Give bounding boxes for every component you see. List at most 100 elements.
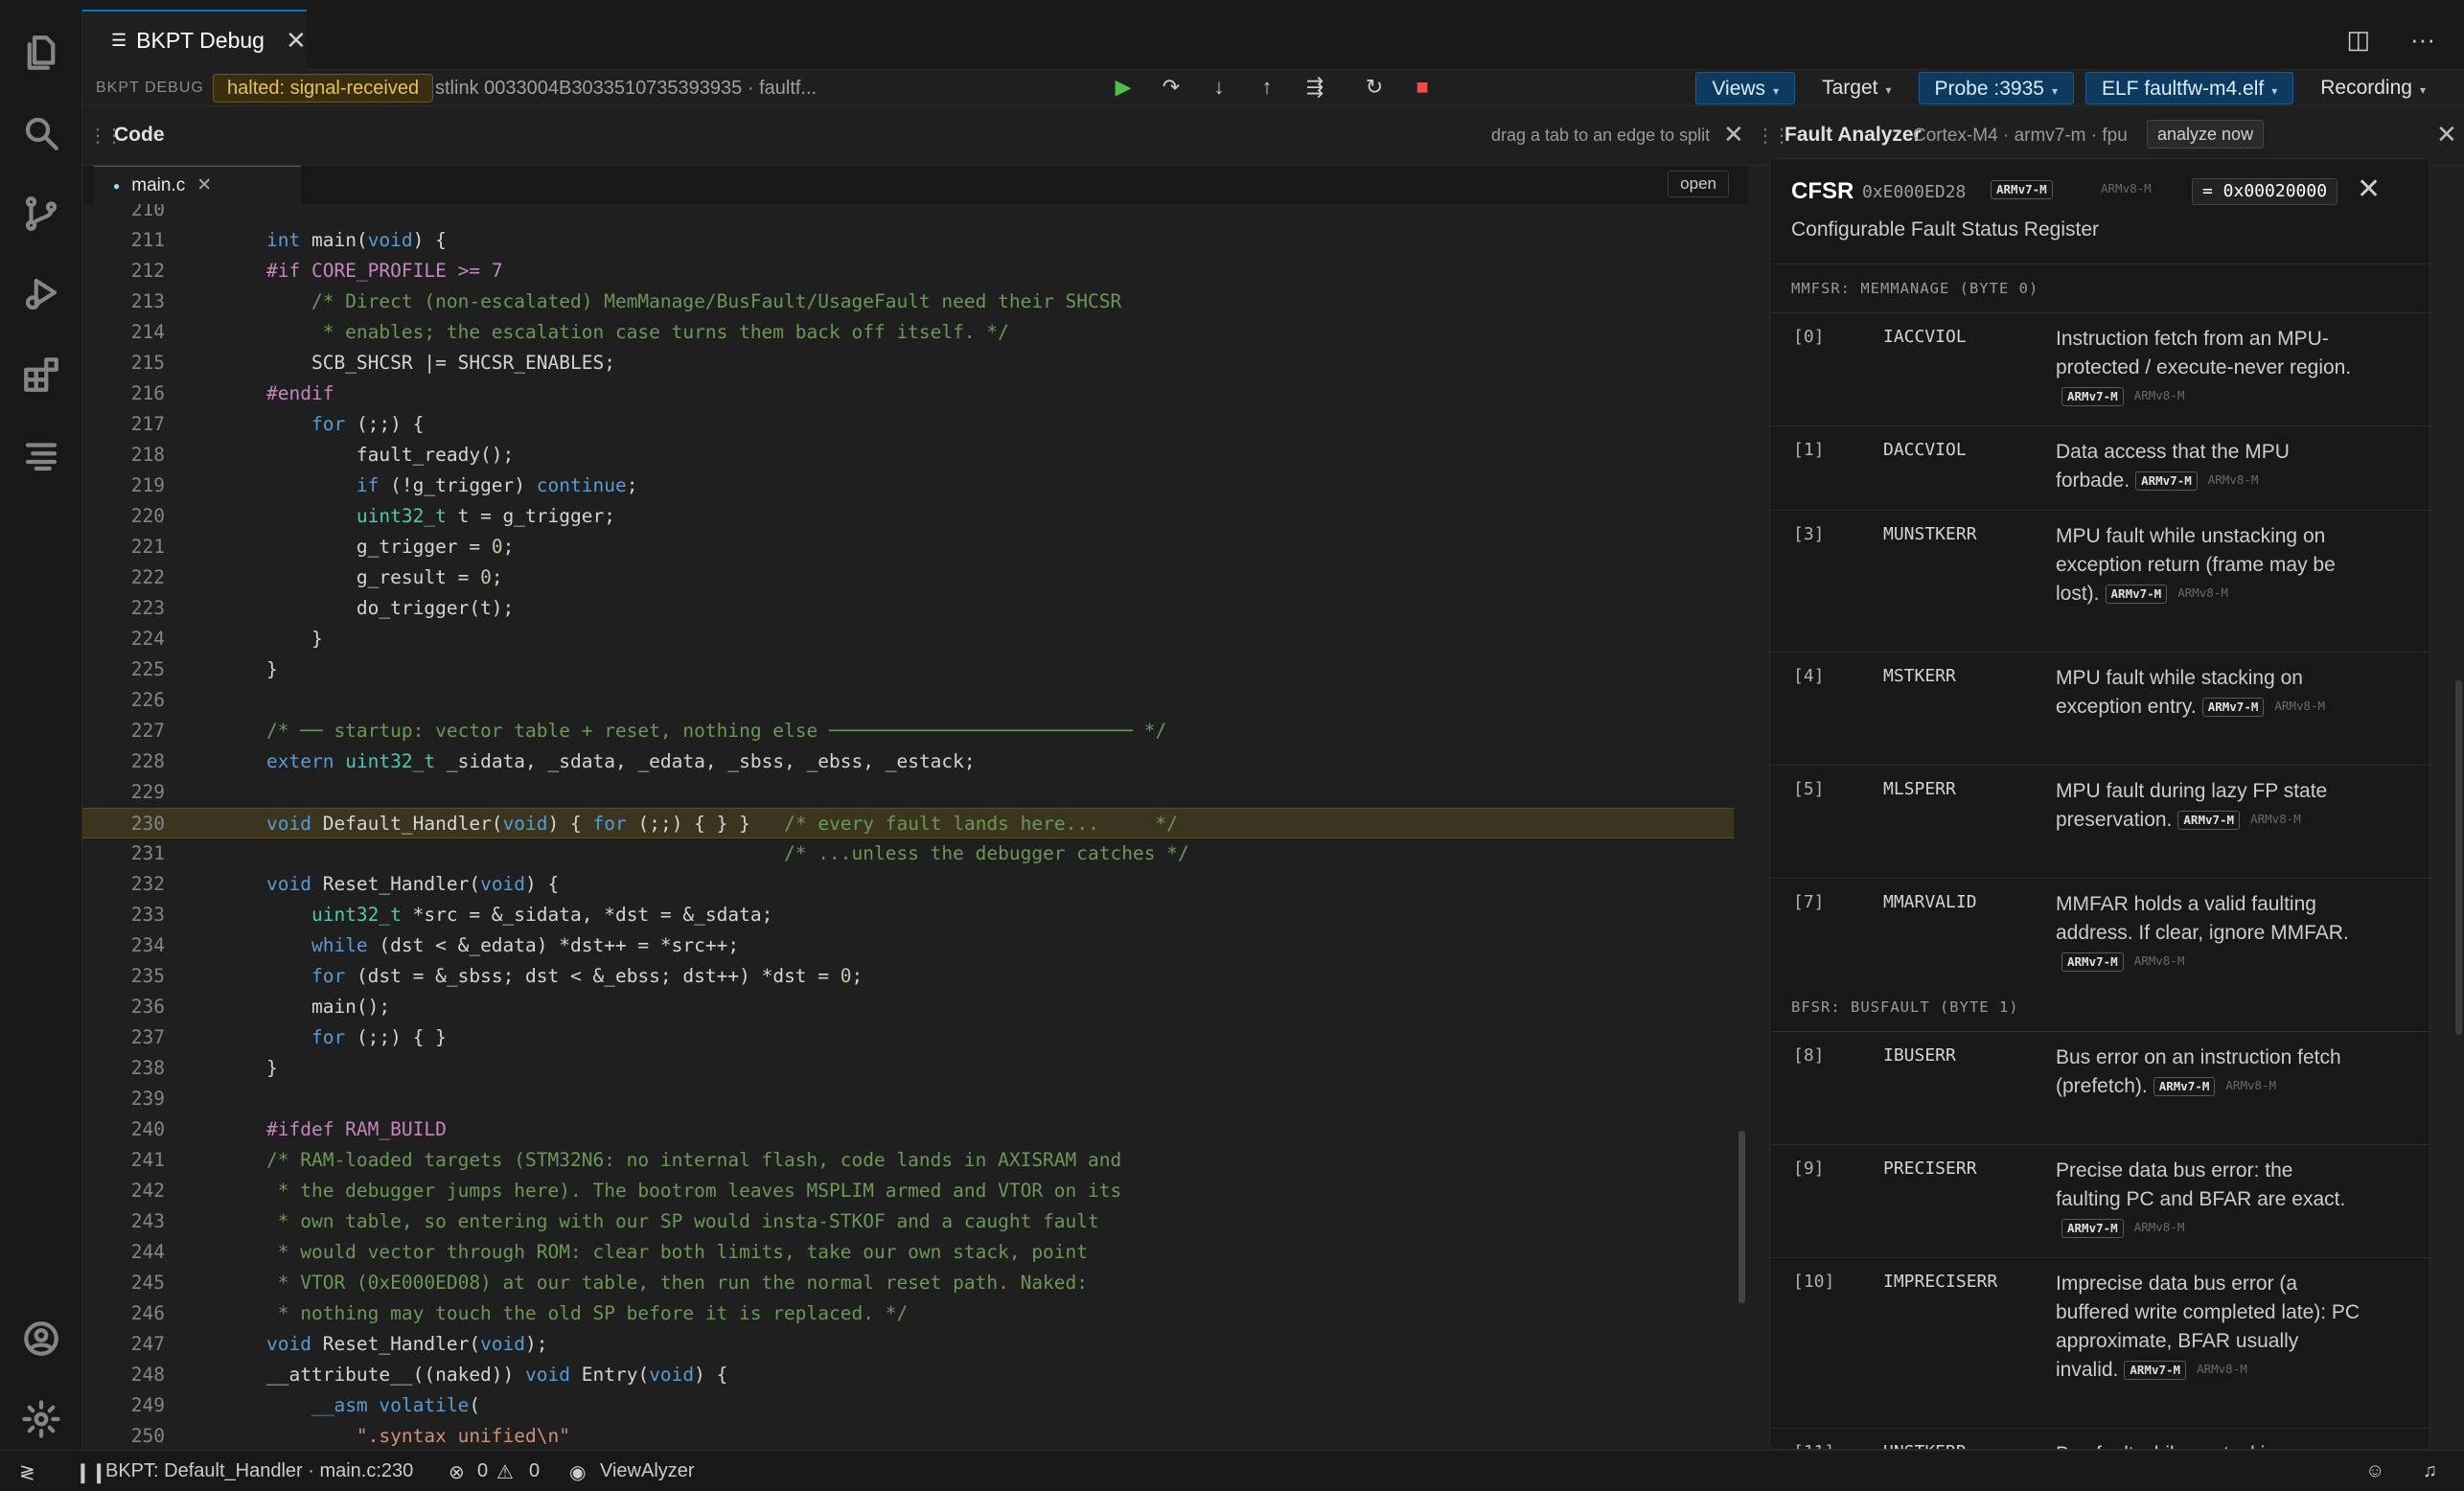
code-line[interactable]: 236 main(); [82,992,1734,1022]
search-icon[interactable] [19,111,63,155]
fault-field-row[interactable]: [5] MLSPERR MPU fault during lazy FP state… [1770,765,2429,878]
code-line[interactable]: 243 * own table, so entering with our SP… [82,1206,1734,1237]
fault-field-row[interactable]: [10] IMPRECISERR Imprecise data bus error … [1770,1257,2429,1428]
code-line[interactable]: 213 /* Direct (non-escalated) MemManage/… [82,287,1734,317]
code-line[interactable]: 228 extern uint32_t _sidata, _sdata, _eda… [82,746,1734,777]
tab-bkpt-debug[interactable]: ☰ BKPT Debug ✕ [82,10,307,70]
code-line[interactable]: 226 [82,685,1734,716]
notifications-bell-icon[interactable]: ♫ [2423,1460,2437,1482]
fault-field-row[interactable]: [4] MSTKERR MPU fault while stacking on ex… [1770,652,2429,765]
code-line[interactable]: 238} [82,1053,1734,1084]
views-menu[interactable]: Views ▾ [1695,72,1796,104]
restart-icon[interactable]: ↻ [1361,73,1388,102]
fault-field-row[interactable]: [8] IBUSERR Bus error on an instruction fe… [1770,1031,2429,1144]
more-actions-icon[interactable]: ··· [2410,25,2435,55]
code-line[interactable]: 239 [82,1084,1734,1114]
recording-menu[interactable]: Recording ▾ [2305,72,2441,104]
code-line[interactable]: 234 while (dst < &_edata) *dst++ = *src+… [82,930,1734,961]
code-line[interactable]: 246 * nothing may touch the old SP befor… [82,1298,1734,1329]
code-line[interactable]: 235 for (dst = &_sbss; dst < &_ebss; dst… [82,961,1734,992]
code-line[interactable]: 241 /* RAM-loaded targets (STM32N6: no in… [82,1145,1734,1176]
analyzer-scrollbar[interactable] [2455,680,2462,1035]
code-line[interactable]: 233 uint32_t *src = &_sidata, *dst = &_s… [82,900,1734,930]
code-line[interactable]: 214 * enables; the escalation case turns… [82,317,1734,348]
target-menu[interactable]: Target ▾ [1807,72,1906,104]
extensions-icon[interactable] [19,353,63,397]
editor-scrollbar[interactable] [1739,1131,1745,1303]
split-editor-icon[interactable]: ◫ [2346,25,2370,55]
copilot-icon[interactable]: ☺ [2365,1460,2384,1482]
fault-field-row[interactable]: [7] MMARVALID MMFAR holds a valid faulting… [1770,878,2429,991]
code-line[interactable]: 216 #endif [82,378,1734,409]
code-line[interactable]: 221 g_trigger = 0; [82,532,1734,562]
fault-field-row[interactable]: [9] PRECISERR Precise data bus error: the … [1770,1144,2429,1257]
line-number: 243 [130,1210,165,1232]
code-line[interactable]: 212 #if CORE_PROFILE >= 7 [82,256,1734,287]
code-line[interactable]: 244 * would vector through ROM: clear bo… [82,1237,1734,1268]
code-line[interactable]: 242 * the debugger jumps here). The boot… [82,1176,1734,1206]
code-line[interactable]: 210 [82,204,1734,225]
code-line[interactable]: 231 /* ...unless the debugger catches */ [82,838,1734,869]
fault-field-row[interactable]: [0] IACCVIOL Instruction fetch from an MPU… [1770,312,2429,425]
chevron-down-icon: ▾ [2419,83,2426,97]
tab-close-icon[interactable]: ✕ [286,26,307,56]
warning-count[interactable]: 0 [529,1460,540,1482]
arch-tag-v8m: ARMv8-M [2133,1220,2185,1235]
code-line[interactable]: 250 ".syntax unified\n" [82,1421,1734,1450]
settings-gear-icon[interactable] [19,1397,63,1441]
close-pane-icon[interactable]: ✕ [1723,120,1744,149]
step-over-icon[interactable]: ↷ [1158,73,1185,102]
code-line[interactable]: 217 for (;;) { [82,409,1734,440]
fault-field-row[interactable]: [3] MUNSTKERR MPU fault while unstacking o… [1770,510,2429,652]
code-line[interactable]: 249 __asm volatile( [82,1390,1734,1421]
status-location[interactable]: BKPT: Default_Handler · main.c:230 [105,1460,413,1482]
code-line[interactable]: 232 void Reset_Handler(void) { [82,869,1734,900]
elf-menu[interactable]: ELF faultfw-m4.elf ▾ [2084,72,2294,104]
code-line[interactable]: 218 fault_ready(); [82,440,1734,470]
code-line[interactable]: 224 } [82,624,1734,654]
code-line[interactable]: 225} [82,654,1734,685]
code-line[interactable]: 240 #ifdef RAM_BUILD [82,1114,1734,1145]
code-line[interactable]: 219 if (!g_trigger) continue; [82,470,1734,501]
line-number: 232 [130,873,165,895]
error-icon[interactable]: ⊗ [449,1460,465,1484]
line-number: 237 [130,1026,165,1048]
continue-icon[interactable]: ▶ [1110,73,1137,102]
close-pane-icon[interactable]: ✕ [2436,120,2457,149]
fault-field-row[interactable]: [11] UNSTKERR Bus fault while unstacking o… [1770,1428,2429,1449]
source-control-icon[interactable] [19,192,63,236]
step-into-icon[interactable]: ↓ [1206,73,1232,102]
stop-icon[interactable]: ■ [1409,73,1436,102]
fault-field-row[interactable]: [1] DACCVIOL Data access that the MPU forb… [1770,425,2429,510]
code-line[interactable]: 222 g_result = 0; [82,562,1734,593]
account-icon[interactable] [19,1317,63,1361]
code-line[interactable]: 220 uint32_t t = g_trigger; [82,501,1734,532]
run-to-cursor-icon[interactable]: ⇶ [1301,73,1328,102]
close-register-icon[interactable]: ✕ [2357,172,2381,206]
code-line[interactable]: 237 for (;;) { } [82,1022,1734,1053]
timeline-view-icon[interactable] [19,433,63,477]
code-line[interactable]: 245 * VTOR (0xE000ED08) at our table, th… [82,1268,1734,1298]
file-tab-main-c[interactable]: ● main.c ✕ [94,166,301,204]
warning-icon[interactable]: ⚠ [496,1460,514,1484]
explorer-icon[interactable] [19,31,63,75]
remote-icon[interactable]: ≷ [19,1460,35,1484]
code-line[interactable]: 229 [82,777,1734,808]
code-line[interactable]: 247 void Reset_Handler(void); [82,1329,1734,1360]
step-out-icon[interactable]: ↑ [1254,73,1280,102]
run-debug-icon[interactable] [19,272,63,316]
code-line[interactable]: 223 do_trigger(t); [82,593,1734,624]
code-editor[interactable]: 210 211 int main(void) {212 #if CORE_PROFIL… [82,204,1748,1450]
drag-handle-icon[interactable]: ⋮⋮ [1756,124,1791,148]
extension-name[interactable]: ViewAlyzer [600,1460,695,1482]
error-count[interactable]: 0 [477,1460,488,1482]
code-line[interactable]: 215 SCB_SHCSR |= SHCSR_ENABLES; [82,348,1734,378]
code-line[interactable]: 248 __attribute__((naked)) void Entry(voi… [82,1360,1734,1390]
file-tab-close-icon[interactable]: ✕ [196,174,212,196]
probe-menu[interactable]: Probe :3935 ▾ [1918,72,2074,104]
open-button[interactable]: open [1668,171,1729,197]
code-line[interactable]: 211 int main(void) { [82,225,1734,256]
analyze-now-button[interactable]: analyze now [2147,120,2265,149]
code-line-current[interactable]: 230 void Default_Handler(void) { for (;;)… [82,808,1734,838]
code-line[interactable]: 227 /* ── startup: vector table + reset, … [82,716,1734,746]
